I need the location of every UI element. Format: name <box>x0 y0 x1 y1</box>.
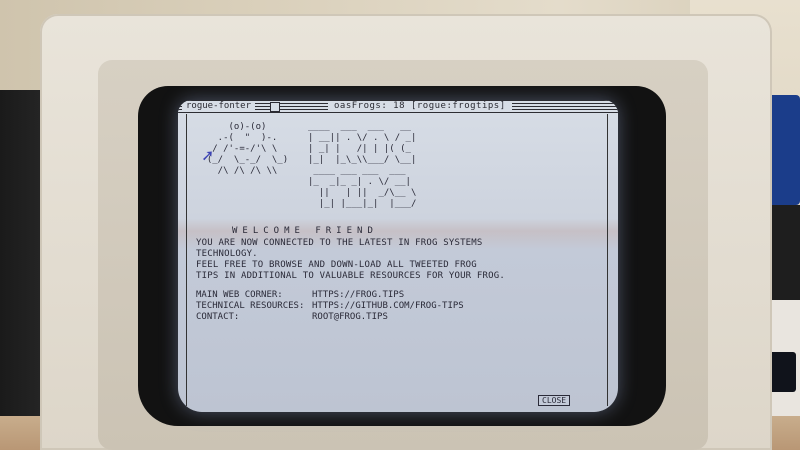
intro-line: TIPS IN ADDITIONAL TO VALUABLE RESOURCES… <box>196 271 506 281</box>
technical-resources-link[interactable]: HTTPS://GITHUB.COM/FROG-TIPS <box>312 301 464 312</box>
link-row: CONTACT: ROOT@FROG.TIPS <box>196 312 464 323</box>
window-title: oasFrogs: 18 [rogue:frogtips] <box>328 101 512 111</box>
welcome-heading: WELCOME FRIEND <box>232 226 378 236</box>
crt-screen: rogue-fonter oasFrogs: 18 [rogue:frogtip… <box>178 100 618 412</box>
close-button[interactable]: CLOSE <box>538 395 571 406</box>
intro-text: YOU ARE NOW CONNECTED TO THE LATEST IN F… <box>196 238 505 282</box>
link-row: MAIN WEB CORNER: HTTPS://FROG.TIPS <box>196 290 464 301</box>
web-corner-link[interactable]: HTTPS://FROG.TIPS <box>312 290 404 301</box>
intro-line: TECHNOLOGY. <box>196 249 258 259</box>
link-label: TECHNICAL RESOURCES: <box>196 301 305 311</box>
frog-tips-ascii-logo: ____ ___ ___ __ | __|| . \/ . \ / _| | _… <box>308 122 417 209</box>
intro-line: YOU ARE NOW CONNECTED TO THE LATEST IN F… <box>196 238 483 248</box>
link-row: TECHNICAL RESOURCES: HTTPS://GITHUB.COM/… <box>196 301 464 312</box>
link-label: CONTACT: <box>196 312 240 322</box>
contact-link[interactable]: ROOT@FROG.TIPS <box>312 312 388 323</box>
resource-links: MAIN WEB CORNER: HTTPS://FROG.TIPS TECHN… <box>196 290 464 323</box>
window-title-bar[interactable]: rogue-fonter oasFrogs: 18 [rogue:frogtip… <box>178 100 618 114</box>
window-close-box[interactable] <box>270 102 280 112</box>
mouse-pointer-icon: ➚ <box>202 146 213 167</box>
app-name: rogue-fonter <box>182 101 256 111</box>
link-label: MAIN WEB CORNER: <box>196 290 283 300</box>
intro-line: FEEL FREE TO BROWSE AND DOWN-LOAD ALL TW… <box>196 260 477 270</box>
